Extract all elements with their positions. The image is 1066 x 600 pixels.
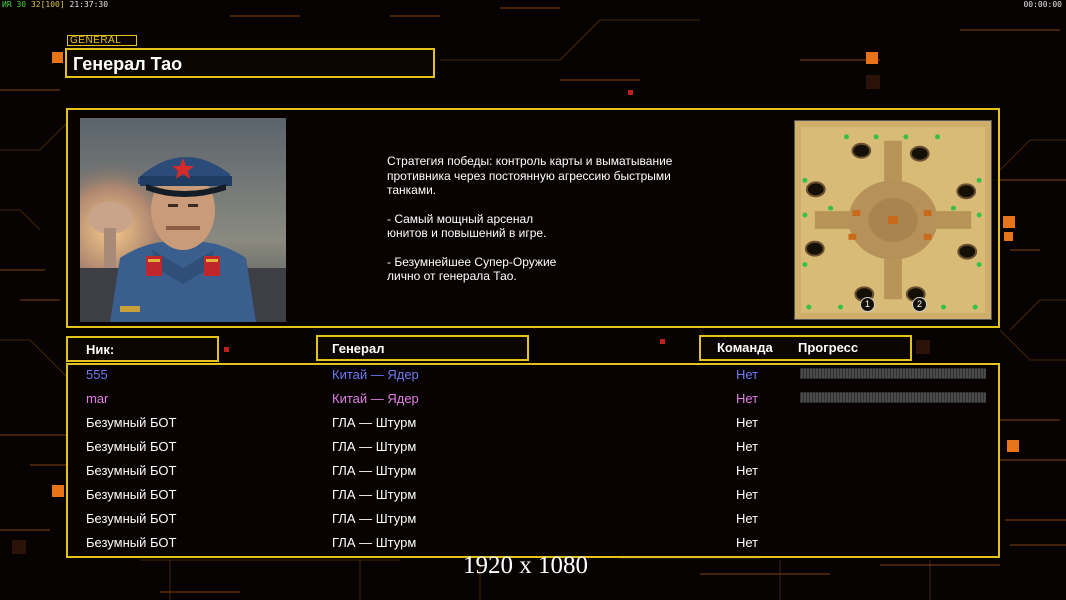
general-portrait	[80, 118, 286, 322]
column-nick-label: Ник:	[86, 342, 115, 357]
general-description: Стратегия победы: контроль карты и вымат…	[387, 154, 717, 284]
player-team[interactable]: Нет	[736, 535, 758, 550]
player-nick: Безумный БОТ	[86, 415, 177, 430]
player-general[interactable]: ГЛА — Штурм	[332, 535, 416, 550]
player-nick: Безумный БОТ	[86, 463, 177, 478]
hud-status: ИR 30 32[100] 21:37:30	[2, 0, 108, 9]
player-nick: Безумный БОТ	[86, 439, 177, 454]
player-progress-bar	[800, 368, 986, 379]
hud-prefix: ИR	[2, 0, 12, 9]
hud-value2: 32	[30, 0, 41, 9]
column-general-label: Генерал	[332, 341, 385, 356]
column-header-general: Генерал	[316, 335, 529, 361]
player-team[interactable]: Нет	[736, 439, 758, 454]
player-general[interactable]: ГЛА — Штурм	[332, 463, 416, 478]
column-header-nick: Ник:	[66, 336, 219, 362]
player-team[interactable]: Нет	[736, 367, 758, 382]
start-position-2: 2	[912, 297, 927, 312]
player-row[interactable]: Безумный БОТ ГЛА — Штурм Нет	[68, 412, 998, 436]
hud-clock: 21:37:30	[69, 0, 109, 9]
player-general[interactable]: ГЛА — Штурм	[332, 415, 416, 430]
player-nick: Безумный БОТ	[86, 511, 177, 526]
player-team[interactable]: Нет	[736, 463, 758, 478]
description-arsenal: - Самый мощный арсенал юнитов и повышени…	[387, 211, 547, 241]
column-team-label: Команда	[717, 340, 773, 355]
player-nick: Безумный БОТ	[86, 535, 177, 550]
player-nick: mar	[86, 391, 109, 406]
map-preview	[794, 120, 992, 320]
player-nick: 555	[86, 367, 108, 382]
players-table: 555 Китай — Ядер Нет mar Китай — Ядер Нет Безу…	[66, 363, 1000, 558]
hud-bracket: [100]	[40, 0, 65, 9]
player-general[interactable]: Китай — Ядер	[332, 391, 419, 406]
start-position-1: 1	[860, 297, 875, 312]
player-row[interactable]: Безумный БОТ ГЛА — Штурм Нет	[68, 508, 998, 532]
description-strategy: Стратегия победы: контроль карты и вымат…	[387, 154, 673, 197]
description-superweapon: - Безумнейшее Супер-Оружие лично от гене…	[387, 254, 557, 284]
general-info-panel: Стратегия победы: контроль карты и вымат…	[66, 108, 1000, 328]
player-general[interactable]: Китай — Ядер	[332, 367, 419, 382]
player-row[interactable]: 555 Китай — Ядер Нет	[68, 364, 998, 388]
player-team[interactable]: Нет	[736, 391, 758, 406]
general-tag: GENERAL	[67, 35, 137, 46]
player-team[interactable]: Нет	[736, 511, 758, 526]
player-general[interactable]: ГЛА — Штурм	[332, 439, 416, 454]
column-progress-label: Прогресс	[798, 340, 859, 355]
player-row[interactable]: Безумный БОТ ГЛА — Штурм Нет	[68, 460, 998, 484]
resolution-label: 1920 x 1080	[463, 552, 588, 579]
column-header-team-progress: Команда Прогресс	[699, 335, 912, 361]
player-row[interactable]: mar Китай — Ядер Нет	[68, 388, 998, 412]
general-title-box: Генерал Тао	[65, 48, 435, 78]
player-progress-bar	[800, 392, 986, 403]
player-nick: Безумный БОТ	[86, 487, 177, 502]
hud-value1: 30	[16, 0, 27, 9]
player-team[interactable]: Нет	[736, 415, 758, 430]
player-row[interactable]: Безумный БОТ ГЛА — Штурм Нет	[68, 484, 998, 508]
player-general[interactable]: ГЛА — Штурм	[332, 511, 416, 526]
player-team[interactable]: Нет	[736, 487, 758, 502]
hud-timer: 00:00:00	[1023, 0, 1062, 9]
player-general[interactable]: ГЛА — Штурм	[332, 487, 416, 502]
general-name: Генерал Тао	[73, 54, 183, 74]
player-row[interactable]: Безумный БОТ ГЛА — Штурм Нет	[68, 436, 998, 460]
